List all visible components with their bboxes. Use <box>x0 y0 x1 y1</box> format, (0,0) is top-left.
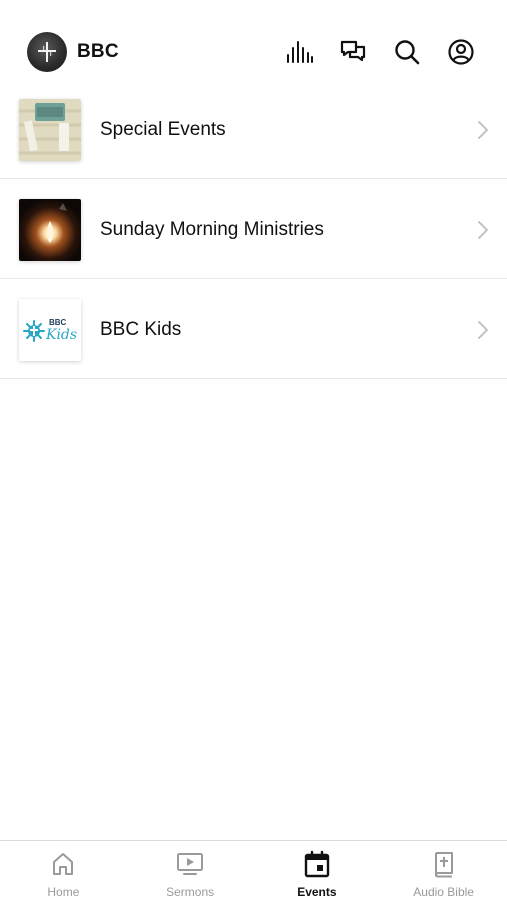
search-icon[interactable] <box>393 38 421 66</box>
app-title: BBC <box>77 41 119 62</box>
tab-label: Sermons <box>166 885 215 899</box>
bottom-tab-bar: Home Sermons Events Audio Bible <box>0 840 507 900</box>
events-list: Special Events Sunday Morning Ministries… <box>0 79 507 379</box>
profile-icon[interactable] <box>447 38 475 66</box>
svg-text:Kids: Kids <box>45 327 77 343</box>
home-icon <box>53 853 74 875</box>
cross-logo-icon <box>38 42 56 62</box>
list-item-label: BBC Kids <box>100 319 182 340</box>
tab-audio-bible[interactable]: Audio Bible <box>380 841 507 900</box>
tab-sermons[interactable]: Sermons <box>127 841 254 900</box>
bbc-kids-logo: BBC Kids <box>19 299 81 361</box>
candle-image <box>19 199 81 261</box>
chevron-right-icon <box>478 221 488 239</box>
chevron-right-icon <box>478 121 488 139</box>
typewriter-image <box>19 99 81 161</box>
calendar-icon <box>304 850 330 878</box>
chat-icon[interactable] <box>339 38 367 66</box>
video-play-icon <box>177 853 204 875</box>
bible-icon <box>434 852 453 878</box>
list-item-label: Special Events <box>100 119 226 140</box>
tab-label: Home <box>47 885 80 899</box>
audio-bars-icon[interactable] <box>285 38 313 66</box>
list-item-label: Sunday Morning Ministries <box>100 219 324 240</box>
list-item-special-events[interactable]: Special Events <box>0 79 507 179</box>
list-item-bbc-kids[interactable]: BBC Kids BBC Kids <box>0 279 507 379</box>
chevron-right-icon <box>478 321 488 339</box>
tab-label: Events <box>297 885 337 899</box>
tab-events[interactable]: Events <box>254 841 381 900</box>
svg-text:BBC: BBC <box>49 318 67 327</box>
tab-home[interactable]: Home <box>0 841 127 900</box>
church-logo[interactable] <box>27 32 67 72</box>
tab-label: Audio Bible <box>413 885 474 899</box>
list-item-sunday-morning-ministries[interactable]: Sunday Morning Ministries <box>0 179 507 279</box>
